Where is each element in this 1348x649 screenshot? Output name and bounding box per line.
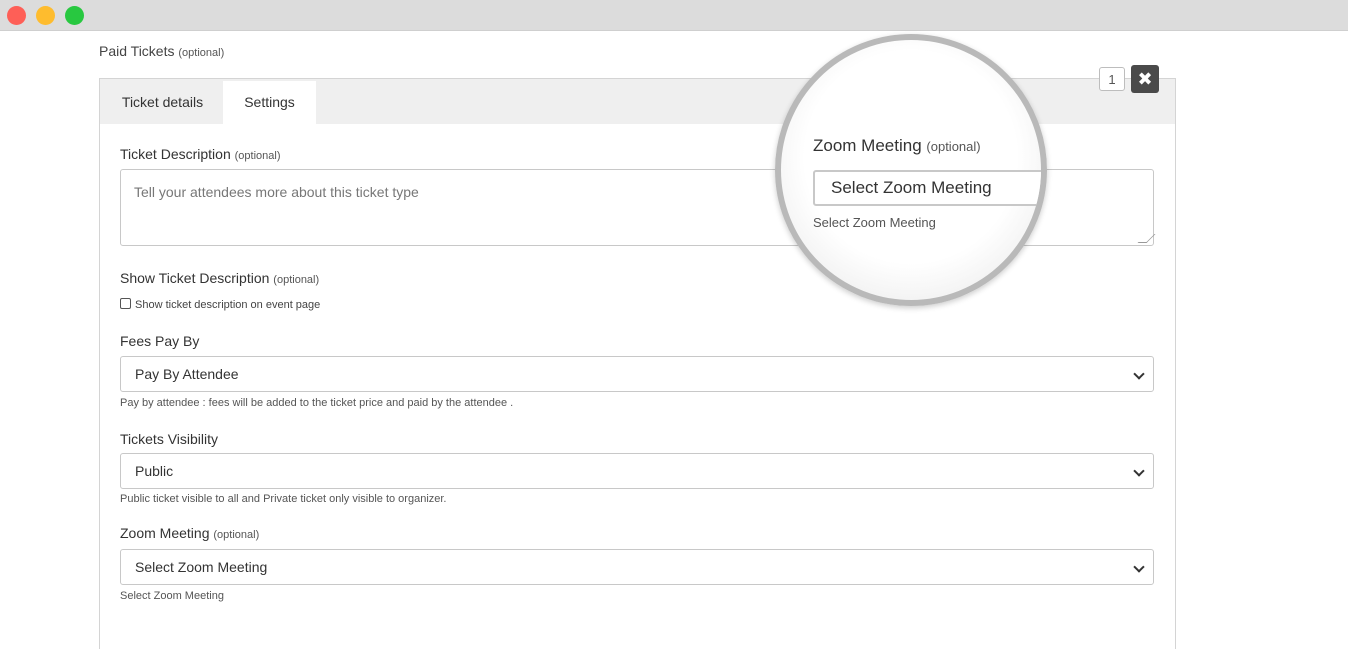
- magnifier-zoom-label: Zoom Meeting (optional): [813, 136, 981, 156]
- window-maximize-control[interactable]: [65, 6, 84, 25]
- magnifier-zoom-select: Select Zoom Meeting: [813, 170, 1041, 206]
- chevron-down-icon: [1133, 368, 1145, 380]
- visibility-help: Public ticket visible to all and Private…: [120, 493, 447, 505]
- magnifier-label-text: Zoom Meeting: [813, 136, 922, 155]
- tab-settings[interactable]: Settings: [223, 81, 316, 124]
- resize-handle-icon[interactable]: [1137, 234, 1156, 243]
- show-description-label: Show Ticket Description (optional): [120, 270, 319, 286]
- visibility-select-value: Public: [135, 463, 174, 479]
- magnifier-zoom-help: Select Zoom Meeting: [813, 215, 936, 230]
- magnifier-callout: Zoom Meeting (optional) Select Zoom Meet…: [775, 34, 1047, 306]
- fees-select[interactable]: Pay By Attendee: [120, 356, 1154, 392]
- section-title: Paid Tickets (optional): [99, 43, 224, 59]
- window-close-control[interactable]: [7, 6, 26, 25]
- show-description-optional-tag: (optional): [273, 274, 320, 286]
- section-title-text: Paid Tickets: [99, 43, 175, 59]
- fees-label: Fees Pay By: [120, 333, 200, 349]
- close-icon[interactable]: ✖: [1131, 65, 1159, 93]
- magnifier-optional-tag: (optional): [926, 139, 981, 154]
- tab-ticket-details[interactable]: Ticket details: [102, 81, 223, 124]
- ticket-count-badge: 1: [1099, 67, 1125, 91]
- description-optional-tag: (optional): [234, 150, 281, 162]
- visibility-label: Tickets Visibility: [120, 431, 219, 447]
- zoom-select-value: Select Zoom Meeting: [135, 559, 268, 575]
- zoom-label-text: Zoom Meeting: [120, 525, 210, 541]
- description-label-text: Ticket Description: [120, 146, 231, 162]
- visibility-select[interactable]: Public: [120, 453, 1154, 489]
- fees-help: Pay by attendee : fees will be added to …: [120, 397, 514, 409]
- chevron-down-icon: [1133, 465, 1145, 477]
- show-description-label-text: Show Ticket Description: [120, 270, 270, 286]
- zoom-optional-tag: (optional): [213, 529, 260, 541]
- zoom-select[interactable]: Select Zoom Meeting: [120, 549, 1154, 585]
- show-description-checkbox[interactable]: [120, 298, 131, 309]
- show-description-checkbox-row[interactable]: Show ticket description on event page: [120, 298, 320, 311]
- window-titlebar: [0, 0, 1348, 31]
- window-minimize-control[interactable]: [36, 6, 55, 25]
- description-label: Ticket Description (optional): [120, 146, 281, 162]
- chevron-down-icon: [1133, 561, 1145, 573]
- zoom-help: Select Zoom Meeting: [120, 590, 224, 602]
- show-description-checkbox-label: Show ticket description on event page: [135, 299, 321, 311]
- fees-select-value: Pay By Attendee: [135, 366, 239, 382]
- zoom-label: Zoom Meeting (optional): [120, 525, 259, 541]
- section-optional-tag: (optional): [178, 47, 225, 59]
- description-placeholder: Tell your attendees more about this tick…: [134, 184, 419, 200]
